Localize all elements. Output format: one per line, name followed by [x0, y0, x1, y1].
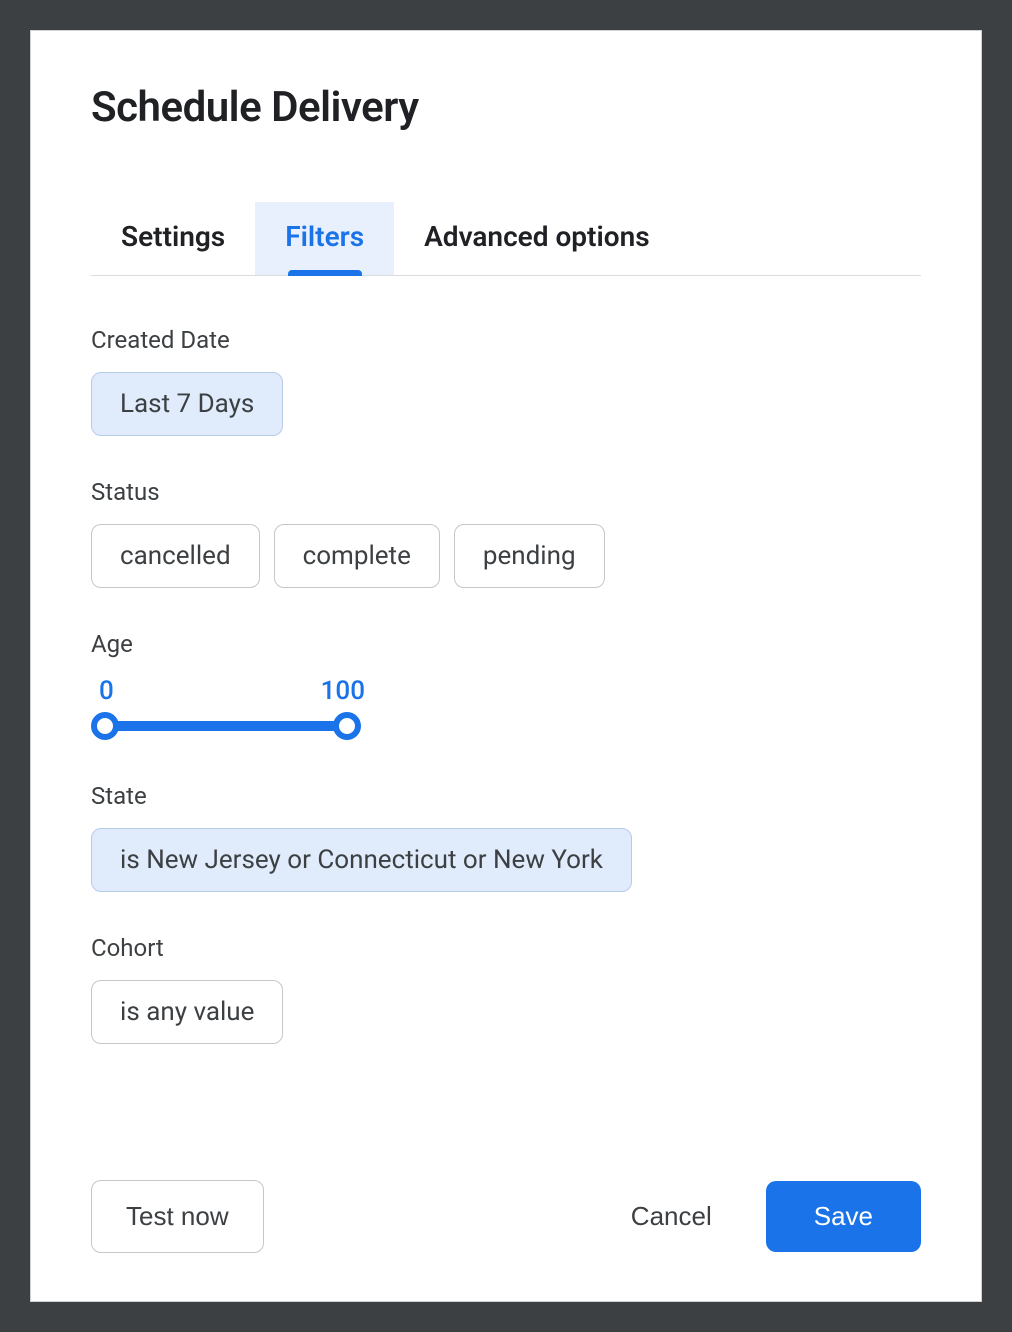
chip-row: Last 7 Days [91, 372, 921, 436]
slider-thumb-max[interactable] [333, 712, 361, 740]
filter-label-age: Age [91, 630, 921, 658]
filter-label-cohort: Cohort [91, 934, 921, 962]
slider-value-labels: 0 100 [91, 676, 361, 706]
tabs: Settings Filters Advanced options [91, 202, 921, 276]
chip-row: is any value [91, 980, 921, 1044]
tab-settings[interactable]: Settings [91, 202, 255, 275]
filter-state: State is New Jersey or Connecticut or Ne… [91, 782, 921, 892]
filter-label-created-date: Created Date [91, 326, 921, 354]
tab-filters[interactable]: Filters [255, 202, 394, 275]
chip-status-cancelled[interactable]: cancelled [91, 524, 260, 588]
schedule-delivery-modal: Schedule Delivery Settings Filters Advan… [30, 30, 982, 1302]
chip-state-value[interactable]: is New Jersey or Connecticut or New York [91, 828, 632, 892]
filter-cohort: Cohort is any value [91, 934, 921, 1044]
chip-row: is New Jersey or Connecticut or New York [91, 828, 921, 892]
age-slider[interactable]: 0 100 [91, 676, 361, 740]
filter-status: Status cancelled complete pending [91, 478, 921, 588]
slider-max-label: 100 [321, 676, 365, 706]
save-button[interactable]: Save [766, 1181, 921, 1252]
chip-cohort-value[interactable]: is any value [91, 980, 283, 1044]
slider-track[interactable] [91, 712, 361, 740]
chip-row: cancelled complete pending [91, 524, 921, 588]
chip-status-pending[interactable]: pending [454, 524, 605, 588]
test-now-button[interactable]: Test now [91, 1180, 264, 1253]
modal-title: Schedule Delivery [91, 83, 921, 132]
slider-thumb-min[interactable] [91, 712, 119, 740]
cancel-button[interactable]: Cancel [621, 1181, 722, 1252]
modal-footer: Test now Cancel Save [91, 1180, 921, 1253]
slider-bar [105, 721, 347, 731]
filter-age: Age 0 100 [91, 630, 921, 740]
filter-label-status: Status [91, 478, 921, 506]
filter-created-date: Created Date Last 7 Days [91, 326, 921, 436]
slider-min-label: 0 [99, 676, 114, 706]
chip-last-7-days[interactable]: Last 7 Days [91, 372, 283, 436]
tab-advanced-options[interactable]: Advanced options [394, 202, 680, 275]
chip-status-complete[interactable]: complete [274, 524, 440, 588]
filter-label-state: State [91, 782, 921, 810]
